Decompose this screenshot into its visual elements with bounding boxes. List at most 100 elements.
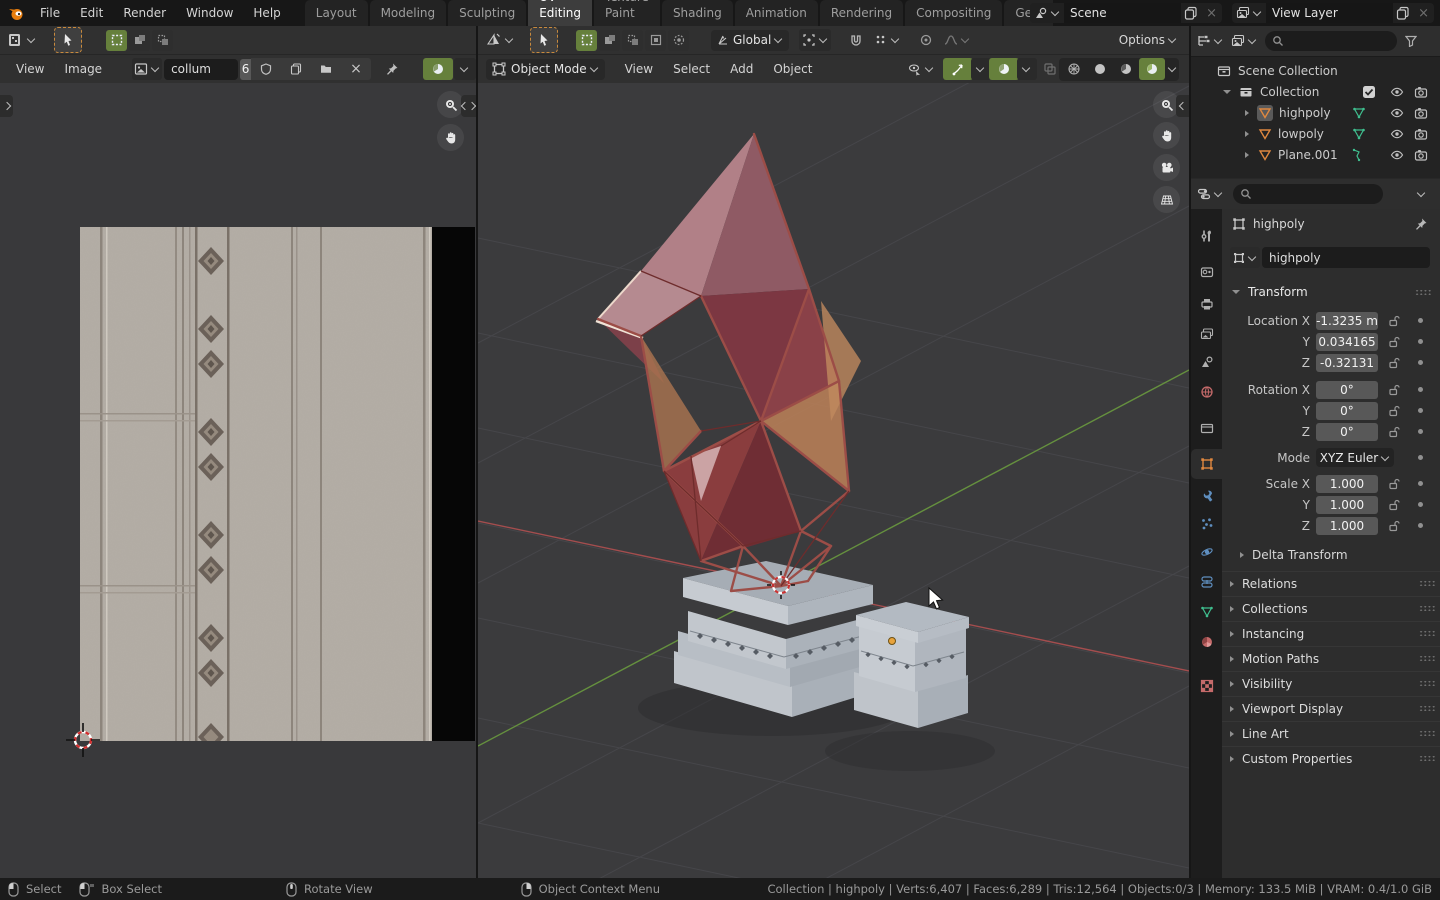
panel-drag-handle[interactable] bbox=[1419, 680, 1436, 687]
vp-menu-add[interactable]: Add bbox=[720, 56, 763, 82]
panel-drag-handle[interactable] bbox=[1419, 755, 1436, 762]
view-layer-name-field[interactable]: View Layer bbox=[1266, 3, 1393, 23]
uv-sidebar-expand-chevrons[interactable] bbox=[461, 95, 476, 117]
tab-constraints-icon[interactable] bbox=[1191, 567, 1222, 597]
uv-select-mode-extend-button[interactable] bbox=[129, 30, 150, 51]
vp-menu-view[interactable]: View bbox=[615, 56, 663, 82]
hide-eye-icon[interactable] bbox=[1390, 148, 1404, 162]
view-layer-browse-button[interactable] bbox=[1232, 6, 1266, 20]
tab-output-icon[interactable] bbox=[1191, 289, 1222, 319]
vp-camera-view-icon[interactable] bbox=[1153, 154, 1180, 181]
image-users-count-badge[interactable]: 6 bbox=[240, 59, 251, 80]
panel-visibility[interactable]: Visibility bbox=[1222, 671, 1440, 695]
lock-icon[interactable] bbox=[1388, 315, 1400, 327]
tab-compositing[interactable]: Compositing bbox=[905, 0, 1002, 26]
object-type-visibility-dropdown[interactable] bbox=[905, 58, 937, 80]
highpoly-expand-arrow[interactable] bbox=[1245, 110, 1249, 116]
snap-target-dropdown[interactable] bbox=[871, 29, 903, 51]
select-mode-subtract-button[interactable] bbox=[622, 30, 643, 51]
lock-icon[interactable] bbox=[1388, 405, 1400, 417]
scale-x-field[interactable]: 1.000 bbox=[1316, 475, 1378, 493]
uv-zoom-icon[interactable] bbox=[437, 91, 464, 118]
animate-dot[interactable] bbox=[1418, 408, 1423, 413]
tab-texture-paint[interactable]: Texture Paint bbox=[594, 0, 660, 26]
proportional-falloff-dropdown[interactable] bbox=[941, 29, 973, 51]
select-mode-new-button[interactable] bbox=[576, 30, 597, 51]
rotation-y-field[interactable]: 0° bbox=[1316, 402, 1378, 420]
overlays-dropdown[interactable] bbox=[1017, 58, 1037, 80]
mode-dropdown[interactable]: Object Mode bbox=[486, 59, 605, 80]
transform-panel-header[interactable]: Transform bbox=[1226, 281, 1434, 303]
tab-material-icon[interactable] bbox=[1191, 627, 1222, 657]
scene-name-field[interactable]: Scene bbox=[1064, 3, 1181, 23]
pin-id-icon[interactable] bbox=[1414, 217, 1428, 231]
image-browse-button[interactable] bbox=[132, 58, 162, 80]
lock-icon[interactable] bbox=[1388, 499, 1400, 511]
shading-rendered-button[interactable] bbox=[1139, 58, 1165, 80]
tab-particles-icon[interactable] bbox=[1191, 509, 1222, 539]
tool-options-dropdown[interactable]: Options bbox=[1119, 33, 1177, 47]
unlink-image-icon[interactable]: × bbox=[341, 58, 371, 80]
overlays-toggle[interactable] bbox=[989, 58, 1019, 80]
panel-viewport-display[interactable]: Viewport Display bbox=[1222, 696, 1440, 720]
tab-rendering[interactable]: Rendering bbox=[820, 0, 903, 26]
properties-editor-type-button[interactable] bbox=[1197, 187, 1223, 201]
outliner-search-input[interactable] bbox=[1265, 31, 1397, 51]
uv-select-tool-button[interactable] bbox=[54, 27, 82, 53]
menu-window[interactable]: Window bbox=[176, 0, 243, 26]
tab-tool-icon[interactable] bbox=[1191, 221, 1222, 251]
location-x-field[interactable]: -1.3235 m bbox=[1316, 312, 1378, 330]
panel-drag-handle[interactable] bbox=[1415, 289, 1432, 296]
display-channels-dropdown[interactable] bbox=[454, 58, 476, 80]
lowpoly-expand-arrow[interactable] bbox=[1245, 131, 1249, 137]
panel-instancing[interactable]: Instancing bbox=[1222, 621, 1440, 645]
rotation-mode-dropdown[interactable]: XYZ Euler bbox=[1316, 448, 1394, 467]
tab-view-layer-icon[interactable] bbox=[1191, 319, 1222, 349]
panel-drag-handle[interactable] bbox=[1419, 580, 1436, 587]
outliner-row-scene-collection[interactable]: Scene Collection bbox=[1191, 60, 1440, 81]
tab-collection-icon[interactable] bbox=[1191, 413, 1222, 443]
location-y-field[interactable]: 0.034165 bbox=[1316, 333, 1378, 351]
uv-canvas[interactable] bbox=[0, 83, 476, 878]
panel-drag-handle[interactable] bbox=[1419, 630, 1436, 637]
gizmos-toggle[interactable] bbox=[943, 58, 973, 80]
lock-icon[interactable] bbox=[1388, 384, 1400, 396]
gizmos-dropdown[interactable] bbox=[971, 58, 991, 80]
collection-checkbox[interactable] bbox=[1362, 85, 1376, 99]
panel-drag-handle[interactable] bbox=[1419, 730, 1436, 737]
tab-sculpting[interactable]: Sculpting bbox=[448, 0, 526, 26]
scene-browse-button[interactable] bbox=[1030, 6, 1064, 20]
delta-transform-panel-header[interactable]: Delta Transform bbox=[1240, 545, 1348, 565]
outliner-display-mode-button[interactable] bbox=[1197, 34, 1223, 48]
object-id-browse-button[interactable] bbox=[1230, 247, 1260, 268]
uv-select-mode-new-button[interactable] bbox=[106, 30, 127, 51]
select-mode-extend-button[interactable] bbox=[599, 30, 620, 51]
animate-dot[interactable] bbox=[1418, 318, 1423, 323]
uv-toolbar-expand-chevron[interactable] bbox=[0, 95, 13, 117]
disable-render-camera-icon[interactable] bbox=[1414, 106, 1428, 120]
panel-drag-handle[interactable] bbox=[1419, 705, 1436, 712]
vp-menu-select[interactable]: Select bbox=[663, 56, 720, 82]
pivot-point-dropdown[interactable] bbox=[799, 29, 831, 51]
animate-dot[interactable] bbox=[1418, 455, 1423, 460]
tab-modeling[interactable]: Modeling bbox=[370, 0, 447, 26]
menu-edit[interactable]: Edit bbox=[70, 0, 113, 26]
panel-drag-handle[interactable] bbox=[1419, 605, 1436, 612]
display-channels-button[interactable] bbox=[423, 58, 453, 80]
pin-image-icon[interactable] bbox=[385, 62, 399, 76]
outliner-row-plane001[interactable]: Plane.001 bbox=[1191, 144, 1440, 165]
plane-expand-arrow[interactable] bbox=[1245, 152, 1249, 158]
scale-y-field[interactable]: 1.000 bbox=[1316, 496, 1378, 514]
outliner-filter-type-button[interactable] bbox=[1231, 34, 1257, 48]
object-name-field[interactable]: highpoly bbox=[1262, 247, 1430, 268]
uv-menu-view[interactable]: View bbox=[6, 56, 54, 82]
panel-collections[interactable]: Collections bbox=[1222, 596, 1440, 620]
image-name-field[interactable]: collum bbox=[164, 59, 238, 80]
disable-render-camera-icon[interactable] bbox=[1414, 85, 1428, 99]
shading-material-button[interactable] bbox=[1113, 58, 1139, 80]
disable-render-camera-icon[interactable] bbox=[1414, 148, 1428, 162]
location-z-field[interactable]: -0.32131 bbox=[1316, 354, 1378, 372]
transform-orientation-dropdown[interactable]: Global bbox=[711, 30, 789, 51]
menu-file[interactable]: File bbox=[30, 0, 70, 26]
viewport-editor-type-button[interactable] bbox=[486, 32, 514, 48]
